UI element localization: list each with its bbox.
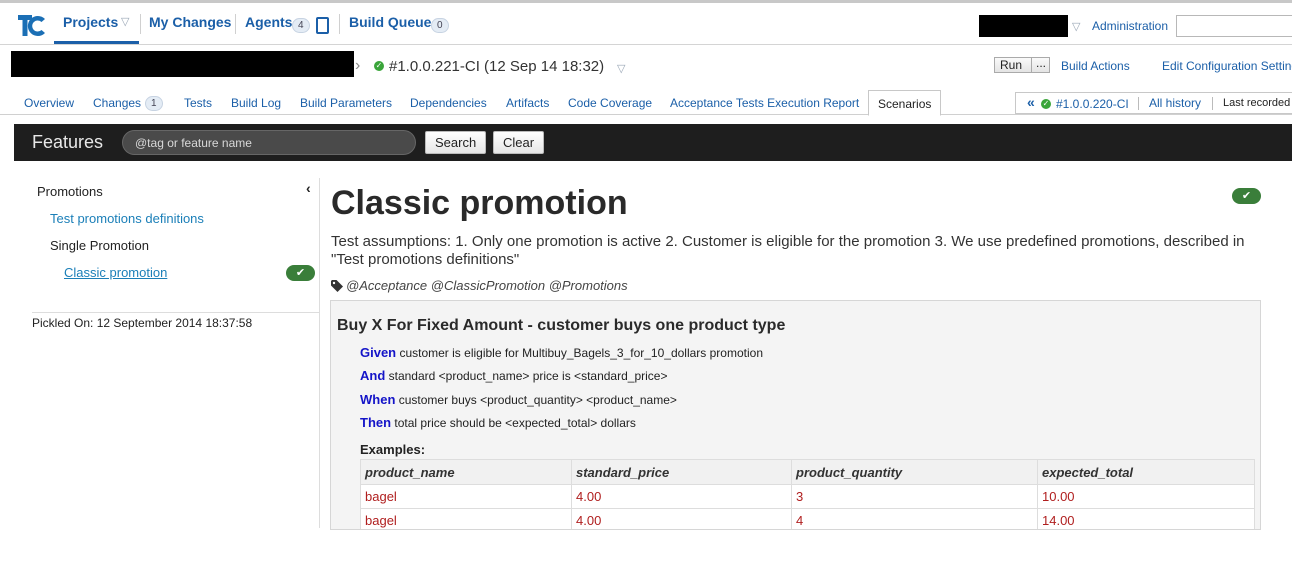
global-search-input[interactable] (1176, 15, 1292, 37)
feature-tree-sidebar: ‹ Promotions Test promotions definitions… (28, 170, 320, 530)
feature-title: Classic promotion (331, 184, 628, 222)
scenario-panel: Buy X For Fixed Amount - customer buys o… (330, 300, 1261, 530)
step-text: standard <product_name> price is <standa… (385, 369, 668, 383)
tab-overview[interactable]: Overview (24, 96, 74, 110)
scenario-step: And standard <product_name> price is <st… (360, 368, 667, 383)
examples-table: product_name standard_price product_quan… (360, 459, 1255, 529)
nav-build-queue[interactable]: Build Queue (349, 14, 431, 30)
history-divider (1212, 97, 1213, 110)
run-options-button[interactable]: ... (1031, 57, 1050, 72)
agents-count-badge: 4 (292, 18, 310, 33)
step-keyword: Given (360, 345, 397, 360)
column-header: product_name (360, 459, 572, 485)
active-nav-underline (54, 41, 139, 44)
collapse-sidebar-icon[interactable]: ‹ (306, 180, 311, 196)
step-keyword: Then (360, 415, 392, 430)
features-toolbar: Features Search Clear (14, 124, 1292, 161)
build-number-title: #1.0.0.221-CI (12 Sep 14 18:32) (389, 58, 605, 75)
tree-item-test-promotions-definitions[interactable]: Test promotions definitions (50, 211, 204, 226)
nav-divider (235, 14, 236, 34)
previous-build-icon[interactable]: « (1027, 94, 1035, 110)
table-header-row: product_name standard_price product_quan… (360, 459, 1255, 485)
run-button[interactable]: Run ... (994, 57, 1050, 73)
scenario-title: Buy X For Fixed Amount - customer buys o… (337, 317, 786, 334)
changes-count-badge: 1 (145, 96, 163, 111)
column-header: product_quantity (791, 459, 1038, 485)
tab-changes[interactable]: Changes (93, 96, 141, 110)
build-success-icon: ✓ (374, 61, 384, 71)
tab-scenarios[interactable]: Scenarios (868, 90, 942, 116)
search-button[interactable]: Search (425, 131, 487, 154)
step-text: customer buys <product_quantity> <produc… (395, 393, 677, 407)
user-dropdown-icon[interactable]: ▽ (1072, 20, 1080, 33)
tab-code-coverage[interactable]: Code Coverage (568, 96, 652, 110)
step-keyword: And (360, 368, 386, 383)
table-row: bagel 4.00 4 14.00 (360, 508, 1255, 529)
tab-acceptance-report[interactable]: Acceptance Tests Execution Report (670, 96, 859, 110)
table-cell: 10.00 (1037, 484, 1255, 509)
build-config-breadcrumb-redacted[interactable] (11, 51, 354, 77)
examples-label: Examples: (360, 442, 426, 457)
tree-item-classic-promotion[interactable]: Classic promotion (64, 265, 167, 280)
scenario-step: Then total price should be <expected_tot… (360, 415, 636, 430)
table-cell: 4 (791, 508, 1038, 529)
administration-link[interactable]: Administration (1092, 19, 1168, 33)
column-header: standard_price (571, 459, 792, 485)
user-name-redacted[interactable] (979, 15, 1068, 37)
table-cell: 4.00 (571, 508, 792, 529)
history-divider (1138, 97, 1139, 110)
passed-check-icon: ✔ (286, 265, 315, 281)
feature-description: Test assumptions: 1. Only one promotion … (331, 233, 1245, 268)
tree-folder-promotions[interactable]: Promotions (37, 184, 103, 199)
all-history-link[interactable]: All history (1149, 96, 1201, 110)
table-cell: 4.00 (571, 484, 792, 509)
column-header: expected_total (1037, 459, 1255, 485)
table-cell: 14.00 (1037, 508, 1255, 529)
agent-status-icon[interactable] (316, 17, 329, 34)
build-history-nav: « ✓ #1.0.0.220-CI All history Last recor… (1015, 92, 1292, 114)
top-navigation-bar: Projects ▽ My Changes Agents 4 Build Que… (0, 0, 1292, 45)
scenario-step: When customer buys <product_quantity> <p… (360, 392, 677, 407)
step-text: total price should be <expected_total> d… (391, 416, 636, 430)
sidebar-divider (319, 178, 320, 528)
tag-icon (331, 280, 343, 292)
step-text: customer is eligible for Multibuy_Bagels… (396, 346, 763, 360)
nav-divider (140, 14, 141, 34)
scenario-step: Given customer is eligible for Multibuy_… (360, 345, 763, 360)
tab-build-parameters[interactable]: Build Parameters (300, 96, 392, 110)
table-cell: 3 (791, 484, 1038, 509)
nav-projects[interactable]: Projects (63, 14, 118, 30)
sidebar-separator (32, 312, 320, 313)
teamcity-logo[interactable] (16, 11, 46, 39)
clear-button[interactable]: Clear (493, 131, 545, 154)
feature-search-input[interactable] (122, 130, 416, 155)
build-queue-count-badge: 0 (431, 18, 449, 33)
build-actions-menu[interactable]: Build Actions (1061, 59, 1130, 73)
nav-divider (339, 14, 340, 34)
nav-agents[interactable]: Agents (245, 14, 292, 30)
edit-configuration-link[interactable]: Edit Configuration Settings (1162, 59, 1292, 73)
step-keyword: When (360, 392, 396, 407)
build-dropdown-icon[interactable]: ▽ (617, 62, 625, 75)
table-cell: bagel (360, 484, 572, 509)
tab-dependencies[interactable]: Dependencies (410, 96, 487, 110)
feature-tags: @Acceptance @ClassicPromotion @Promotion… (346, 278, 628, 293)
features-title: Features (32, 132, 104, 152)
tree-folder-single-promotion[interactable]: Single Promotion (50, 238, 149, 253)
nav-my-changes[interactable]: My Changes (149, 14, 231, 30)
breadcrumb-chevron-icon: › (355, 57, 361, 74)
pickled-on-timestamp: Pickled On: 12 September 2014 18:37:58 (32, 316, 253, 330)
feature-passed-check-icon: ✔ (1232, 188, 1261, 204)
previous-build-link[interactable]: #1.0.0.220-CI (1056, 97, 1129, 111)
last-recorded-build-label: Last recorded b (1223, 97, 1292, 109)
tab-build-log[interactable]: Build Log (231, 96, 281, 110)
previous-build-success-icon: ✓ (1041, 99, 1051, 109)
run-button-label[interactable]: Run (1000, 58, 1022, 72)
table-cell: bagel (360, 508, 572, 529)
tab-tests[interactable]: Tests (184, 96, 212, 110)
tab-artifacts[interactable]: Artifacts (506, 96, 549, 110)
projects-dropdown-icon[interactable]: ▽ (121, 15, 129, 28)
table-row: bagel 4.00 3 10.00 (360, 484, 1255, 509)
